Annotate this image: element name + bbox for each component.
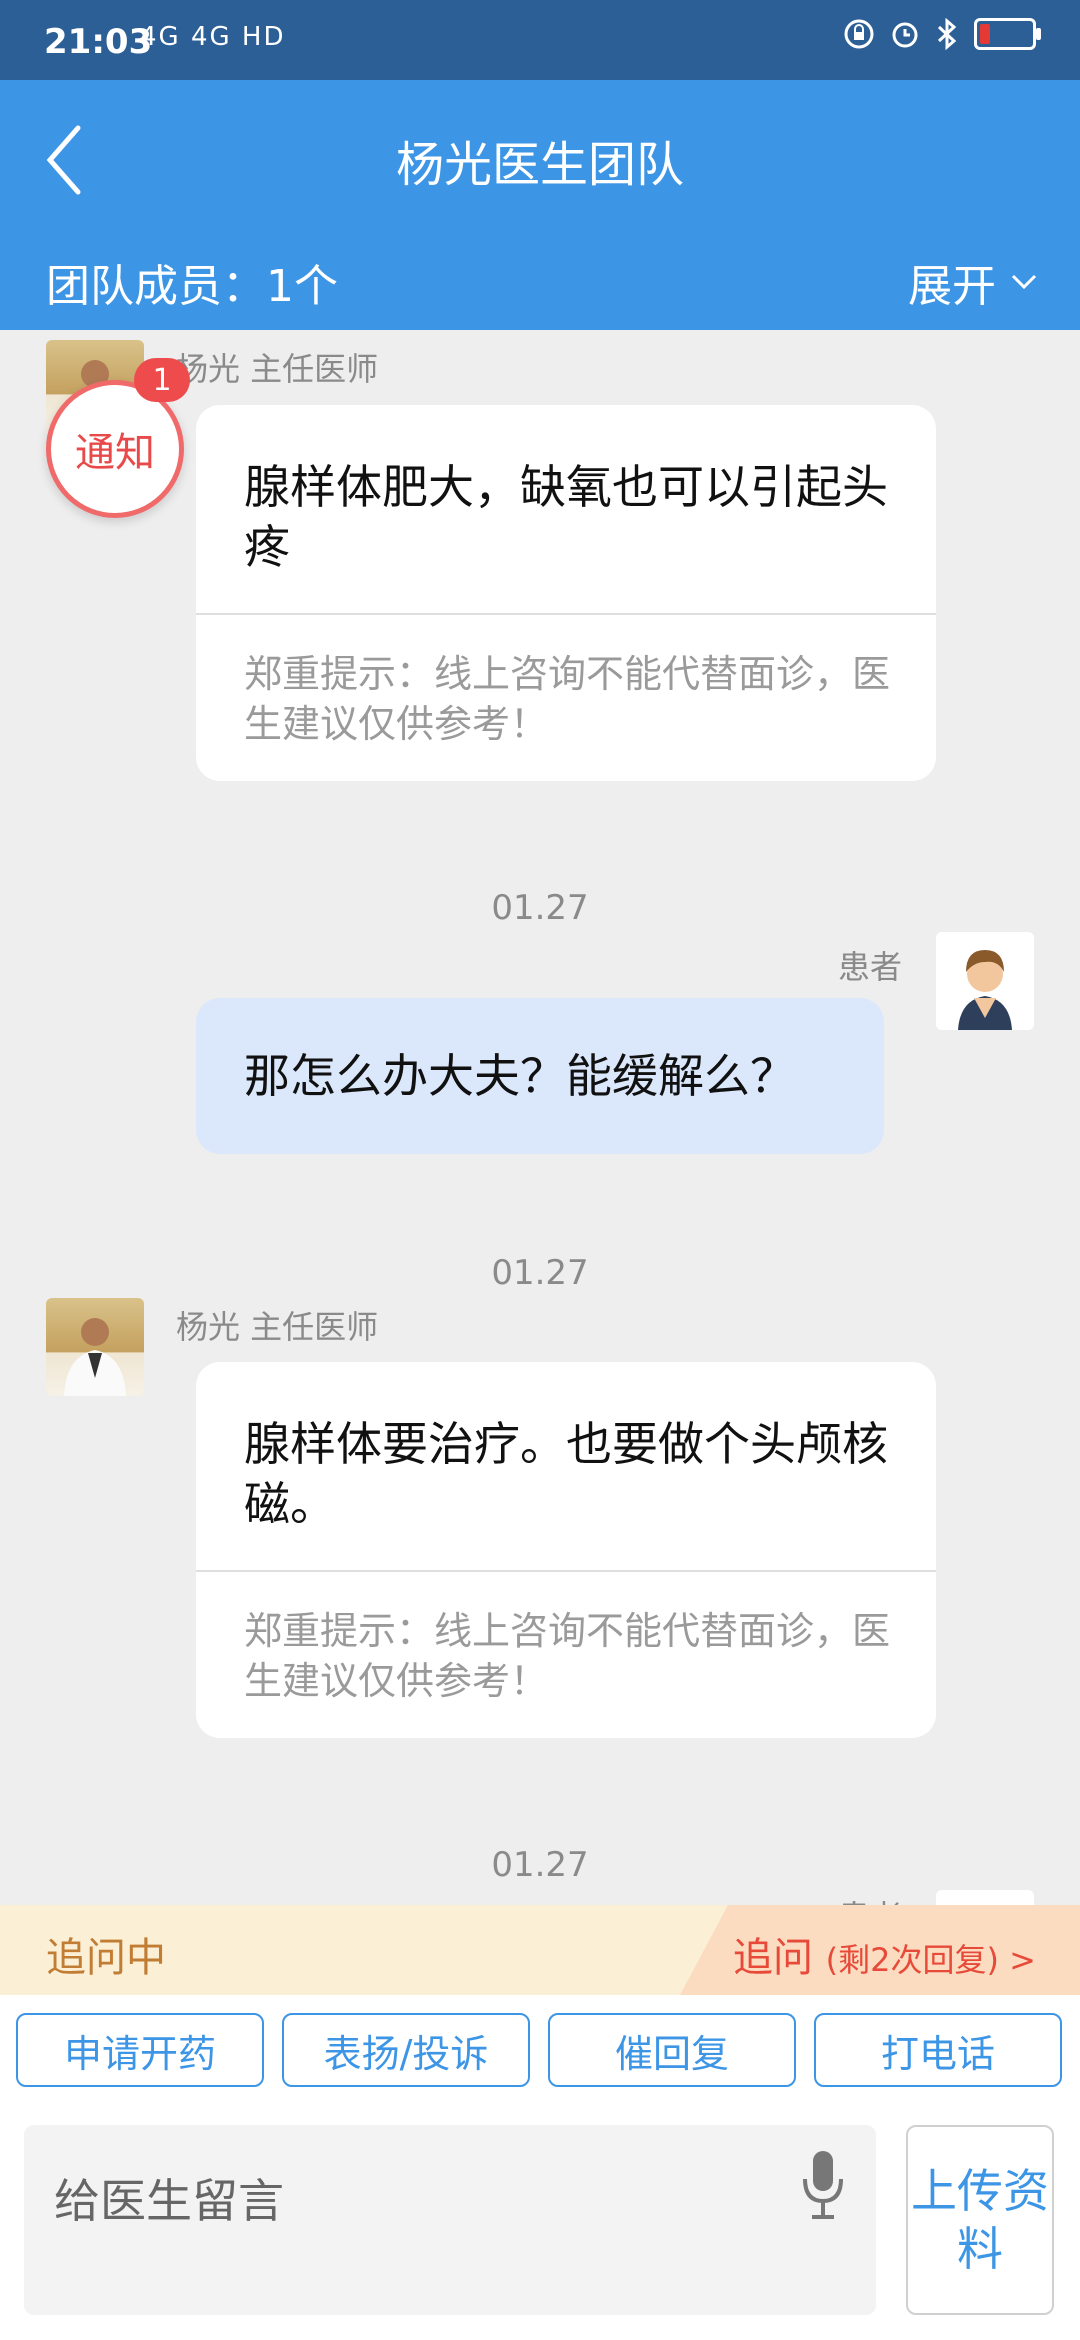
message-sender: 杨光 主任医师 xyxy=(176,350,379,388)
bluetooth-icon xyxy=(937,18,957,50)
message-text: 腺样体要治疗。也要做个头颅核磁。 xyxy=(244,1417,888,1531)
upload-label: 上传资料 xyxy=(911,2164,1049,2276)
notice-label: 通知 xyxy=(75,430,155,476)
status-bar: 21:03 4G 4G HD xyxy=(0,0,1080,80)
upload-materials-button[interactable]: 上传资料 xyxy=(906,2125,1054,2315)
message-text: 腺样体肥大，缺氧也可以引起头疼 xyxy=(244,460,888,574)
lock-icon xyxy=(844,19,874,49)
expand-label: 展开 xyxy=(908,261,996,312)
patient-avatar[interactable] xyxy=(936,1890,1034,1905)
disclaimer-text: 郑重提示：线上咨询不能代替面诊，医生建议仅供参考！ xyxy=(244,1609,891,1703)
message-date: 01.27 xyxy=(491,1845,589,1885)
team-members-label: 团队成员：1个 xyxy=(46,261,338,312)
doctor-message-bubble[interactable]: 腺样体肥大，缺氧也可以引起头疼 郑重提示：线上咨询不能代替面诊，医生建议仅供参考… xyxy=(196,405,936,781)
doctor-message-bubble[interactable]: 腺样体要治疗。也要做个头颅核磁。 郑重提示：线上咨询不能代替面诊，医生建议仅供参… xyxy=(196,1362,936,1738)
message-sender: 患者 xyxy=(838,948,903,986)
message-date: 01.27 xyxy=(491,1253,589,1293)
message-input-placeholder: 给医生留言 xyxy=(54,2174,284,2228)
follow-up-label: 追问 xyxy=(732,1935,813,1981)
patient-message-bubble[interactable]: 那怎么办大夫？能缓解么？ xyxy=(196,998,884,1154)
alarm-icon xyxy=(892,22,918,48)
chat-header: 杨光医生团队 团队成员：1个 展开 xyxy=(0,80,1080,330)
message-input[interactable]: 给医生留言 xyxy=(24,2125,876,2315)
message-sender: 杨光 主任医师 xyxy=(176,1308,379,1346)
message-date: 01.27 xyxy=(491,888,589,928)
page-title: 杨光医生团队 xyxy=(395,137,684,193)
microphone-icon[interactable] xyxy=(798,2145,848,2225)
urge-reply-button[interactable]: 催回复 xyxy=(548,2013,796,2087)
message-sender: 患者 xyxy=(838,1892,902,1905)
action-buttons-row: 申请开药 表扬/投诉 催回复 打电话 xyxy=(0,1995,1080,2105)
message-input-bar: 给医生留言 上传资料 xyxy=(0,2105,1080,2340)
notice-count-badge: 1 xyxy=(134,358,190,402)
expand-button[interactable]: 展开 xyxy=(908,250,1038,314)
call-button[interactable]: 打电话 xyxy=(814,2013,1062,2087)
status-time: 21:03 xyxy=(44,22,153,62)
request-prescription-button[interactable]: 申请开药 xyxy=(16,2013,264,2087)
follow-up-bar: 追问中 追问 (剩2次回复) > xyxy=(0,1905,1080,1995)
follow-up-status: 追问中 xyxy=(46,1935,166,1981)
status-icons xyxy=(844,18,1041,50)
doctor-avatar[interactable] xyxy=(46,1298,144,1396)
praise-complaint-button[interactable]: 表扬/投诉 xyxy=(282,2013,530,2087)
follow-up-button[interactable]: 追问 (剩2次回复) > xyxy=(733,1925,1036,1983)
battery-icon xyxy=(974,18,1041,50)
message-text: 那怎么办大夫？能缓解么？ xyxy=(244,1049,796,1103)
network-indicator: 4G 4G HD xyxy=(140,22,286,52)
chevron-down-icon xyxy=(1011,274,1037,290)
chat-list[interactable]: 杨光 主任医师 腺样体肥大，缺氧也可以引起头疼 郑重提示：线上咨询不能代替面诊，… xyxy=(0,330,1080,1905)
patient-avatar[interactable] xyxy=(936,932,1034,1030)
disclaimer-text: 郑重提示：线上咨询不能代替面诊，医生建议仅供参考！ xyxy=(244,652,891,746)
remaining-replies: (剩2次回复) > xyxy=(825,1941,1036,1979)
